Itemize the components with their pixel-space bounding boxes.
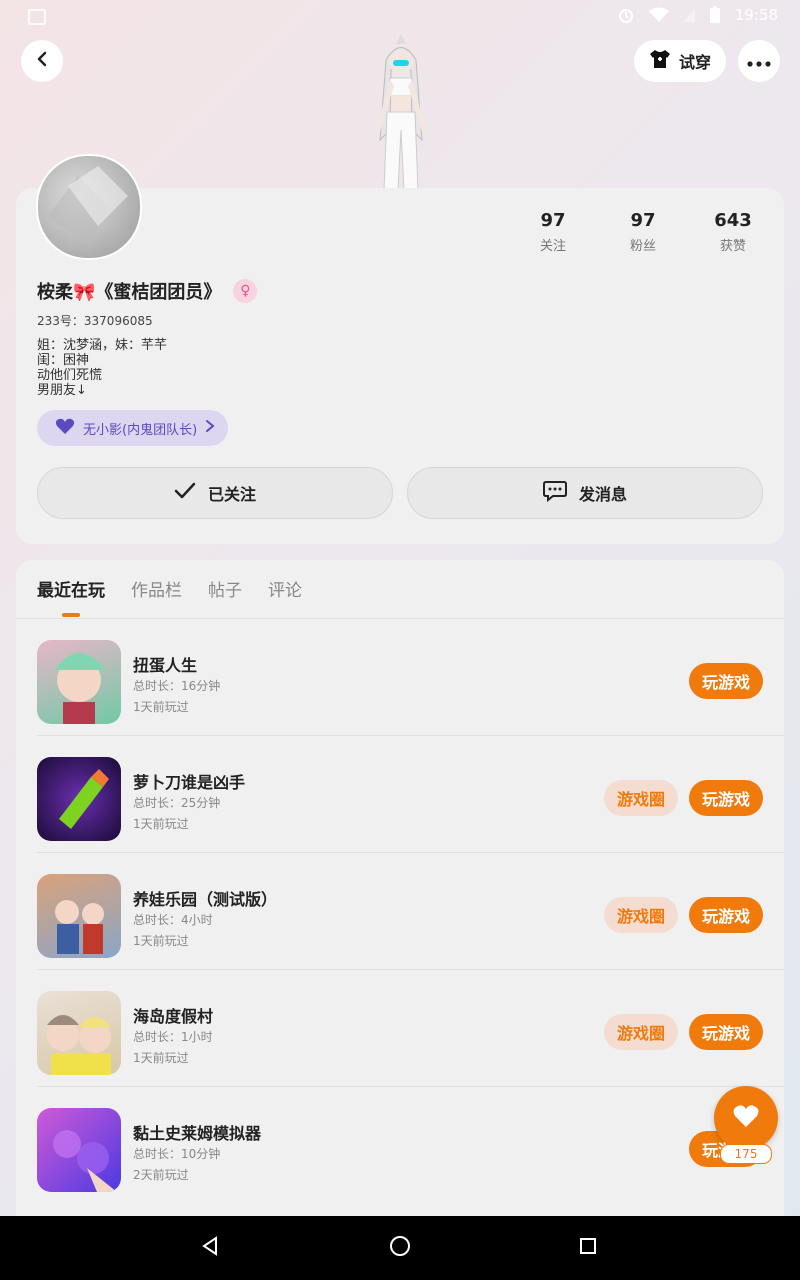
square-recents-icon: [578, 1236, 598, 1260]
back-button[interactable]: [21, 40, 63, 82]
last-played: 1天前玩过: [133, 1051, 189, 1065]
last-played: 1天前玩过: [133, 817, 189, 831]
game-title: 萝卜刀谁是凶手: [133, 773, 246, 792]
system-nav-bar: [0, 1216, 800, 1280]
game-circle-button[interactable]: 游戏圈: [604, 897, 678, 933]
tab-posts[interactable]: 帖子: [208, 576, 242, 601]
bio: 姐：沈梦涵，妹：芊芊 闺：困神 动他们死慌 男朋友↓: [37, 338, 167, 398]
play-game-button[interactable]: 玩游戏: [689, 1014, 763, 1050]
last-played: 1天前玩过: [133, 934, 189, 948]
message-button[interactable]: 发消息: [407, 467, 763, 519]
game-row[interactable]: 萝卜刀谁是凶手 总时长：25分钟 1天前玩过 游戏圈 玩游戏: [37, 736, 784, 853]
game-circle-button[interactable]: 游戏圈: [604, 780, 678, 816]
stat-label: 关注: [539, 239, 566, 254]
status-time: 19:58: [734, 6, 778, 24]
play-game-button[interactable]: 玩游戏: [689, 663, 763, 699]
last-played: 2天前玩过: [133, 1168, 189, 1182]
battery-icon: [709, 6, 721, 24]
heart-icon: [732, 1103, 760, 1133]
play-duration: 总时长：16分钟: [133, 679, 221, 693]
relation-label: 无小影(内鬼团队长): [83, 422, 198, 438]
game-icon: [37, 640, 121, 724]
message-label: 发消息: [578, 485, 627, 504]
wifi-icon: [648, 7, 669, 23]
user-id: 233号：337096085: [37, 314, 153, 328]
game-title: 海岛度假村: [133, 1007, 214, 1026]
circle-home-icon: [389, 1235, 411, 1261]
play-duration: 总时长：4小时: [133, 913, 213, 927]
game-title: 扭蛋人生: [133, 656, 198, 675]
heart-icon: [55, 417, 75, 439]
try-on-label: 试穿: [678, 53, 711, 72]
play-game-button[interactable]: 玩游戏: [689, 897, 763, 933]
female-icon: ♀: [233, 279, 258, 303]
game-row[interactable]: 黏土史莱姆模拟器 总时长：10分钟 2天前玩过 玩游戏: [37, 1087, 784, 1204]
game-row[interactable]: 扭蛋人生 总时长：16分钟 1天前玩过 玩游戏: [37, 619, 784, 736]
tab-indicator: [62, 613, 80, 617]
chevron-right-icon: [205, 419, 215, 437]
stat-number: 97: [630, 210, 656, 231]
last-played: 1天前玩过: [133, 700, 189, 714]
game-icon: [37, 874, 121, 958]
play-duration: 总时长：1小时: [133, 1030, 213, 1044]
signal-icon: [682, 8, 695, 22]
stat-number: 643: [714, 210, 752, 231]
chat-icon: [542, 480, 567, 506]
chevron-left-icon: [34, 51, 50, 71]
check-icon: [174, 482, 196, 504]
tab-recently-played[interactable]: 最近在玩: [37, 576, 105, 601]
more-dots-icon: [747, 52, 771, 71]
shirt-icon: [649, 49, 671, 73]
game-title: 黏土史莱姆模拟器: [133, 1124, 262, 1143]
tab-bar: 最近在玩 作品栏 帖子 评论: [37, 576, 302, 601]
game-circle-button[interactable]: 游戏圈: [604, 1014, 678, 1050]
bio-line: 男朋友↓: [37, 383, 87, 398]
bio-line: 动他们死慌: [37, 368, 103, 383]
nickname-text: 桉柔🎀《蜜桔团团员》: [37, 282, 222, 303]
like-fab[interactable]: [714, 1086, 778, 1150]
relation-badge[interactable]: 无小影(内鬼团队长): [37, 410, 228, 446]
game-icon: [37, 1108, 121, 1192]
stat-number: 97: [540, 210, 566, 231]
alarm-icon: [617, 6, 635, 24]
game-title: 养娃乐园（测试版）: [133, 890, 278, 909]
more-button[interactable]: [738, 40, 780, 82]
stat-following[interactable]: 97 关注: [508, 210, 598, 254]
following-label: 已关注: [207, 485, 256, 504]
stat-likes[interactable]: 643 获赞: [688, 210, 778, 254]
game-row[interactable]: 养娃乐园（测试版） 总时长：4小时 1天前玩过 游戏圈 玩游戏: [37, 853, 784, 970]
play-duration: 总时长：10分钟: [133, 1147, 221, 1161]
avatar[interactable]: [36, 154, 142, 260]
tab-comments[interactable]: 评论: [268, 576, 302, 601]
try-on-button[interactable]: 试穿: [634, 40, 726, 82]
nav-back-button[interactable]: [198, 1236, 222, 1260]
stat-label: 获赞: [719, 239, 746, 254]
play-game-button[interactable]: 玩游戏: [689, 780, 763, 816]
following-button[interactable]: 已关注: [37, 467, 393, 519]
bio-line: 姐：沈梦涵，妹：芊芊: [37, 338, 168, 353]
game-icon: [37, 757, 121, 841]
avatar-character: [356, 30, 446, 191]
status-bar: 19:58: [0, 0, 800, 34]
nav-recents-button[interactable]: [576, 1236, 600, 1260]
nickname: 桉柔🎀《蜜桔团团员》 ♀: [37, 278, 258, 304]
game-icon: [37, 991, 121, 1075]
play-duration: 总时长：25分钟: [133, 796, 221, 810]
nav-home-button[interactable]: [388, 1236, 412, 1260]
game-row[interactable]: 海岛度假村 总时长：1小时 1天前玩过 游戏圈 玩游戏: [37, 970, 784, 1087]
stats-row: 97 关注 97 粉丝 643 获赞: [508, 210, 778, 254]
tab-works[interactable]: 作品栏: [131, 576, 182, 601]
notification-icon: [28, 9, 46, 25]
bio-line: 闺：困神: [37, 353, 90, 368]
like-count: 175: [720, 1144, 772, 1164]
triangle-back-icon: [200, 1236, 220, 1260]
stat-label: 粉丝: [629, 239, 656, 254]
stat-followers[interactable]: 97 粉丝: [598, 210, 688, 254]
